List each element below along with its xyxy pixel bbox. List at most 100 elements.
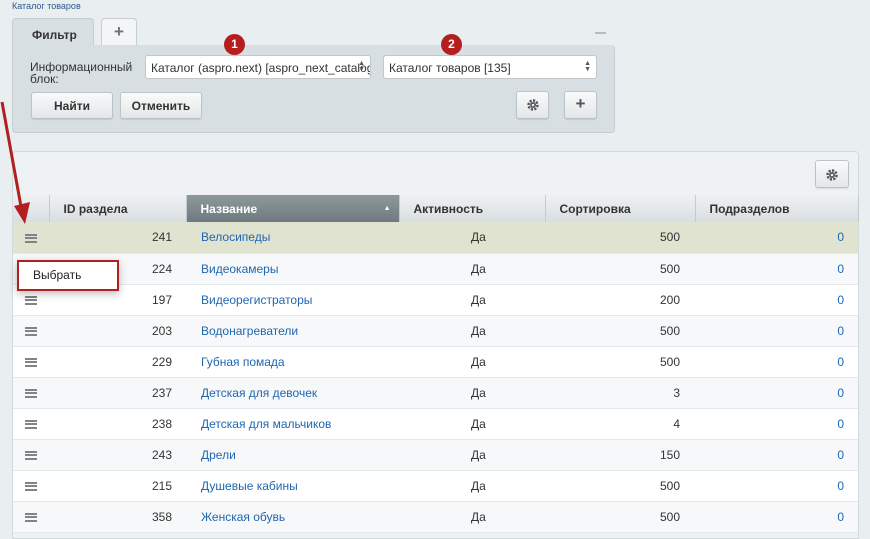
iblock-type-value: Каталог (aspro.next) [aspro_next_catalog…	[151, 61, 371, 75]
hamburger-icon	[25, 326, 37, 336]
hamburger-icon	[25, 388, 37, 398]
hamburger-icon	[25, 419, 37, 429]
find-button[interactable]: Найти	[31, 92, 113, 119]
cell-subsections-link[interactable]: 0	[695, 408, 858, 440]
annotation-badge-2: 2	[441, 34, 462, 55]
cell-name-link[interactable]: Дрели	[186, 439, 399, 471]
row-actions-menu[interactable]	[13, 315, 49, 347]
cell-active: Да	[399, 346, 545, 378]
cell-id: 237	[49, 377, 186, 409]
iblock-type-select[interactable]: Каталог (aspro.next) [aspro_next_catalog…	[145, 55, 371, 79]
table-row[interactable]: 229 Губная помада Да 500 0	[13, 346, 858, 378]
table-row[interactable]: 203 Водонагреватели Да 500 0	[13, 315, 858, 347]
cell-name-link[interactable]: Водонагреватели	[186, 315, 399, 347]
column-header-name[interactable]: Название ▲	[186, 195, 400, 222]
cell-sort: 3	[545, 377, 695, 409]
row-actions-menu[interactable]	[13, 377, 49, 409]
filter-panel: Информационный блок: Каталог (aspro.next…	[12, 45, 615, 133]
table-row[interactable]: 224 Видеокамеры Да 500 0	[13, 253, 858, 285]
cell-sort: 500	[545, 315, 695, 347]
cell-active: Да	[399, 315, 545, 347]
cell-active: Да	[399, 408, 545, 440]
sections-table: ID раздела Название ▲ Активность Сортиров…	[13, 195, 859, 533]
hamburger-icon	[25, 357, 37, 367]
select-arrows-icon: ▲ ▼	[584, 60, 591, 73]
cell-subsections-link[interactable]: 0	[695, 501, 858, 533]
cell-id: 358	[49, 501, 186, 533]
cell-name-link[interactable]: Душевые кабины	[186, 470, 399, 502]
cell-sort: 500	[545, 346, 695, 378]
select-arrows-icon: ▲ ▼	[358, 60, 365, 73]
table-row[interactable]: 197 Видеорегистраторы Да 200 0	[13, 284, 858, 316]
cell-name-link[interactable]: Детская для мальчиков	[186, 408, 399, 440]
row-actions-menu[interactable]	[13, 346, 49, 378]
cell-name-link[interactable]: Видеорегистраторы	[186, 284, 399, 316]
tab-filter[interactable]: Фильтр	[12, 18, 94, 46]
hamburger-icon	[25, 512, 37, 522]
cell-id: 243	[49, 439, 186, 471]
cell-name-link[interactable]: Велосипеды	[186, 222, 399, 254]
cell-subsections-link[interactable]: 0	[695, 346, 858, 378]
cell-name-link[interactable]: Детская для девочек	[186, 377, 399, 409]
table-header-row: ID раздела Название ▲ Активность Сортиров…	[13, 195, 859, 222]
cell-subsections-link[interactable]: 0	[695, 470, 858, 502]
column-header-id[interactable]: ID раздела	[49, 195, 187, 222]
iblock-select[interactable]: Каталог товаров [135] ▲ ▼	[383, 55, 597, 79]
cell-subsections-link[interactable]: 0	[695, 222, 858, 254]
hamburger-icon	[25, 295, 37, 305]
add-field-button[interactable]: +	[564, 91, 597, 119]
cell-active: Да	[399, 222, 545, 254]
plus-icon: +	[114, 22, 124, 41]
row-actions-menu[interactable]	[13, 470, 49, 502]
sort-asc-icon: ▲	[383, 205, 391, 212]
cell-name-link[interactable]: Губная помада	[186, 346, 399, 378]
column-header-active[interactable]: Активность	[399, 195, 546, 222]
table-row[interactable]: 238 Детская для мальчиков Да 4 0	[13, 408, 858, 440]
context-menu-select-item[interactable]: Выбрать	[17, 260, 119, 291]
cell-subsections-link[interactable]: 0	[695, 253, 858, 285]
cell-sort: 200	[545, 284, 695, 316]
cell-active: Да	[399, 470, 545, 502]
collapse-filter-icon[interactable]	[595, 32, 606, 34]
row-actions-menu[interactable]	[13, 501, 49, 533]
column-header-sort[interactable]: Сортировка	[545, 195, 696, 222]
filter-settings-button[interactable]	[516, 91, 549, 119]
row-actions-menu[interactable]	[13, 439, 49, 471]
add-filter-tab-button[interactable]: +	[101, 18, 137, 45]
cell-id: 238	[49, 408, 186, 440]
iblock-value: Каталог товаров [135]	[389, 61, 511, 75]
cell-id: 241	[49, 222, 186, 254]
table-row[interactable]: 241 Велосипеды Да 500 0	[13, 222, 858, 254]
gear-icon	[826, 169, 838, 181]
table-row[interactable]: 358 Женская обувь Да 500 0	[13, 501, 858, 533]
cell-active: Да	[399, 501, 545, 533]
gear-icon	[526, 99, 539, 111]
annotation-arrow	[0, 101, 30, 224]
table-row[interactable]: 243 Дрели Да 150 0	[13, 439, 858, 471]
table-row[interactable]: 215 Душевые кабины Да 500 0	[13, 470, 858, 502]
cell-sort: 500	[545, 253, 695, 285]
cell-active: Да	[399, 284, 545, 316]
annotation-badge-1: 1	[224, 34, 245, 55]
grid-settings-button[interactable]	[815, 160, 849, 188]
column-header-subsections[interactable]: Подразделов	[695, 195, 859, 222]
cell-name-link[interactable]: Видеокамеры	[186, 253, 399, 285]
column-header-name-label: Название	[200, 201, 258, 216]
table-row[interactable]: 237 Детская для девочек Да 3 0	[13, 377, 858, 409]
cell-subsections-link[interactable]: 0	[695, 439, 858, 471]
plus-icon: +	[575, 94, 586, 113]
cell-sort: 500	[545, 470, 695, 502]
cell-active: Да	[399, 439, 545, 471]
cancel-button[interactable]: Отменить	[120, 92, 202, 119]
cell-subsections-link[interactable]: 0	[695, 315, 858, 347]
cell-id: 215	[49, 470, 186, 502]
breadcrumb[interactable]: Каталог товаров	[12, 1, 81, 11]
cell-id: 229	[49, 346, 186, 378]
cell-name-link[interactable]: Женская обувь	[186, 501, 399, 533]
cell-subsections-link[interactable]: 0	[695, 284, 858, 316]
row-actions-menu[interactable]	[13, 408, 49, 440]
cell-subsections-link[interactable]: 0	[695, 377, 858, 409]
cell-sort: 4	[545, 408, 695, 440]
cell-sort: 500	[545, 222, 695, 254]
cell-active: Да	[399, 377, 545, 409]
